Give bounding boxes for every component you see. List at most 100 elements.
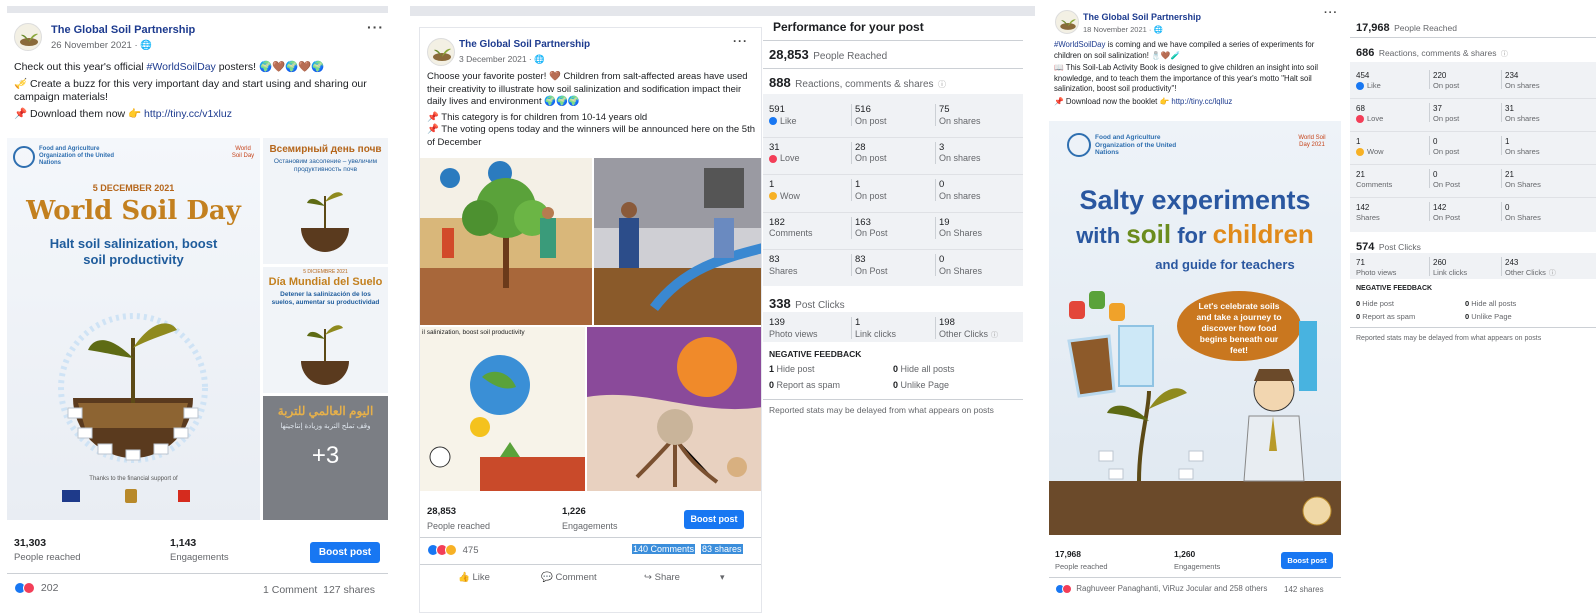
plant-illustration bbox=[301, 325, 349, 385]
page-avatar[interactable] bbox=[1055, 10, 1079, 34]
badge-icon: World Soil Day 2021 bbox=[1298, 135, 1326, 148]
more-options-icon[interactable]: ··· bbox=[1324, 7, 1338, 19]
experiment-illustration bbox=[1049, 291, 1341, 535]
hashtag-link[interactable]: #WorldSoilDay bbox=[147, 61, 216, 73]
reactions-summary[interactable]: Raghuveer Panaghanti, ViRuz Jocular and … bbox=[1055, 584, 1267, 594]
reactions-summary[interactable]: 475 bbox=[427, 544, 479, 556]
poster-ar[interactable]: اليوم العالمي للتربة وقف تملح التربة وزي… bbox=[263, 396, 388, 520]
poster-es[interactable]: 5 DICIEMBRE 2021 Día Mundial del Suelo D… bbox=[263, 267, 388, 393]
stat-value: 1 bbox=[769, 179, 775, 190]
boost-post-button[interactable]: Boost post bbox=[1281, 552, 1333, 569]
stat-value: 3 bbox=[939, 141, 945, 153]
negative-feedback-item: 1 Hide post bbox=[769, 364, 815, 374]
download-link[interactable]: http://tiny.cc/v1xluz bbox=[144, 108, 232, 120]
poster-ru-sub: Остановим засоление – увеличим продуктив… bbox=[273, 158, 378, 173]
post-text: Choose your favorite poster! 🤎 Children … bbox=[427, 71, 756, 148]
poster-salty-experiments[interactable]: Food and Agriculture Organization of the… bbox=[1049, 121, 1341, 535]
more-photos-count[interactable]: +3 bbox=[263, 442, 388, 470]
reactions-summary[interactable]: 202 bbox=[14, 582, 58, 595]
info-icon[interactable]: ⓘ bbox=[1549, 270, 1556, 277]
stat-label: On shares bbox=[939, 190, 981, 201]
download-link[interactable]: http://tiny.cc/lqlluz bbox=[1171, 97, 1232, 106]
more-options-icon[interactable]: ··· bbox=[733, 34, 748, 48]
stat-label: Comments bbox=[1356, 180, 1393, 189]
boost-post-button[interactable]: Boost post bbox=[310, 542, 380, 563]
more-options-icon[interactable]: ··· bbox=[367, 19, 384, 35]
reached-label: People reached bbox=[14, 552, 81, 563]
negative-feedback-item: 0 Report as spam bbox=[769, 380, 841, 390]
page-name[interactable]: The Global Soil Partnership bbox=[459, 39, 590, 50]
poster-world-soil-day-en[interactable]: Food and Agriculture Organization of the… bbox=[7, 138, 260, 520]
performance-panel-2: Performance for your post 28,853 People … bbox=[763, 16, 1023, 613]
comments-shares-count[interactable]: 1 Comment 127 shares bbox=[263, 584, 375, 596]
share-action-button[interactable]: ↪ Share bbox=[644, 572, 680, 583]
engagements-number: 1,226 bbox=[562, 506, 586, 517]
row-divider bbox=[1350, 98, 1596, 99]
stat-label: On Shares bbox=[939, 265, 983, 276]
column-separator bbox=[935, 216, 936, 239]
page-avatar[interactable] bbox=[427, 38, 455, 66]
engagement-stat: 1,260 Engagements bbox=[1174, 549, 1220, 571]
shares-count[interactable]: 83 shares bbox=[701, 544, 743, 554]
column-separator bbox=[935, 317, 936, 339]
page-name[interactable]: The Global Soil Partnership bbox=[1083, 12, 1201, 22]
poster-ru[interactable]: Всемирный день почв Остановим засоление … bbox=[263, 138, 388, 264]
post-card-3: The Global Soil Partnership 18 November … bbox=[1049, 4, 1341, 613]
poster-es-date: 5 DICIEMBRE 2021 bbox=[303, 269, 348, 275]
drawing-4[interactable] bbox=[587, 327, 761, 491]
boost-post-button[interactable]: Boost post bbox=[684, 510, 744, 529]
post-date[interactable]: 18 November 2021 · 🌐 bbox=[1083, 25, 1163, 34]
comment-action-button[interactable]: 💬 Comment bbox=[541, 572, 597, 583]
drawing-2[interactable] bbox=[594, 158, 761, 325]
stat-value: 516 bbox=[855, 104, 871, 115]
post-clicks: 338 Post Clicks bbox=[769, 296, 845, 311]
reached-number: 31,303 bbox=[14, 537, 47, 549]
drawing-1[interactable] bbox=[420, 158, 592, 325]
column-separator bbox=[935, 104, 936, 126]
post-date[interactable]: 3 December 2021 · 🌐 bbox=[459, 54, 545, 65]
poster-es-title: Día Mundial del Suelo bbox=[268, 276, 383, 288]
info-icon[interactable]: ⓘ bbox=[991, 332, 998, 339]
like-action-button[interactable]: 👍 Like bbox=[458, 572, 490, 583]
drawing-caption: il salinization, boost soil productivity bbox=[422, 329, 525, 336]
column-separator bbox=[1429, 202, 1430, 221]
column-separator bbox=[935, 254, 936, 276]
hashtag-link[interactable]: #WorldSoilDay bbox=[1054, 40, 1105, 49]
column-separator bbox=[1429, 136, 1430, 155]
globe-icon: 🌐 bbox=[140, 40, 153, 51]
drawing-3[interactable]: il salinization, boost soil productivity bbox=[420, 327, 585, 491]
comment-icon: 💬 bbox=[541, 572, 553, 583]
stat-label: On Post bbox=[1433, 180, 1461, 189]
stat-label: On Shares bbox=[939, 228, 983, 238]
stat-label: On post bbox=[1433, 81, 1460, 90]
page-avatar[interactable] bbox=[14, 23, 42, 51]
page-name[interactable]: The Global Soil Partnership bbox=[51, 24, 195, 36]
wow-icon bbox=[445, 544, 457, 556]
stat-label: Shares bbox=[1356, 213, 1380, 222]
stat-value: 0 bbox=[939, 254, 945, 265]
fao-org-name: Food and Agriculture Organization of the… bbox=[39, 146, 114, 166]
russia-emblem-icon bbox=[125, 489, 137, 503]
fao-logo bbox=[1067, 133, 1091, 157]
stat-label: On Post bbox=[855, 265, 888, 276]
reach-stat: 17,968 People reached bbox=[1055, 549, 1108, 571]
reached-label: People reached bbox=[427, 521, 491, 531]
factory-drawing bbox=[594, 158, 761, 325]
reach-stat: 28,853 People reached bbox=[427, 506, 490, 531]
reach-stat: 31,303 People reached bbox=[14, 537, 81, 563]
poster-title-2: with soil for children bbox=[1076, 219, 1314, 249]
comments-count[interactable]: 140 Comments bbox=[632, 544, 696, 554]
shares-count[interactable]: 142 shares bbox=[1284, 585, 1324, 594]
love-icon bbox=[23, 582, 35, 595]
stat-label: Like bbox=[1356, 80, 1381, 91]
love-icon bbox=[769, 154, 777, 163]
chevron-down-icon[interactable]: ▾ bbox=[720, 572, 725, 583]
info-icon[interactable]: ⓘ bbox=[938, 80, 946, 89]
engagement-stat: 1,143 Engagements bbox=[170, 537, 229, 563]
post-date[interactable]: 26 November 2021 · 🌐 bbox=[51, 40, 152, 51]
column-separator bbox=[1501, 103, 1502, 122]
info-icon[interactable]: ⓘ bbox=[1501, 51, 1508, 58]
reaction-breakdown bbox=[1350, 62, 1596, 232]
badge-icon: World Soil Day bbox=[231, 146, 255, 159]
stat-label: On Post bbox=[1433, 213, 1461, 222]
